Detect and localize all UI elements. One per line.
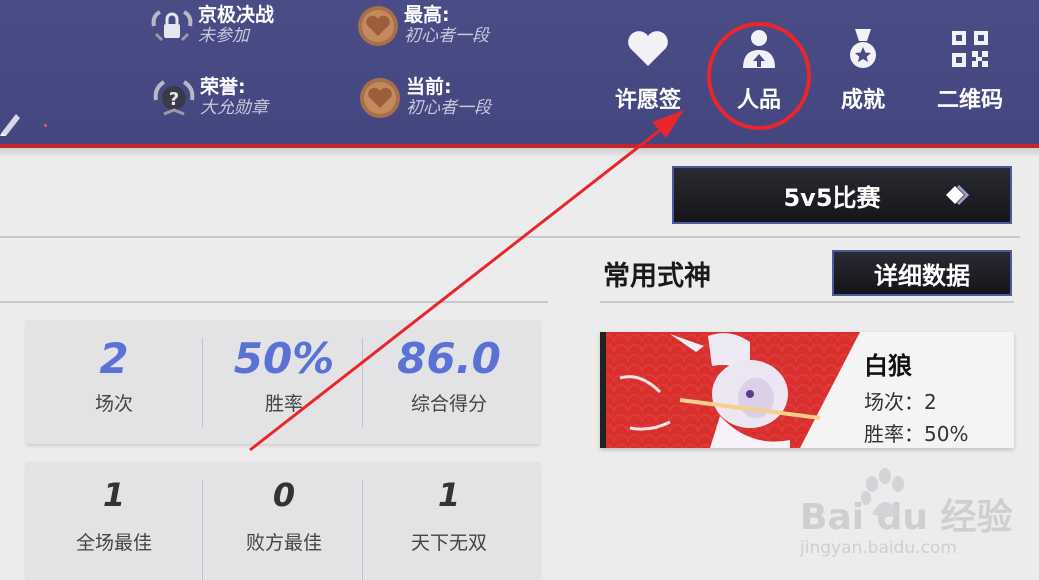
current-rank-badge[interactable]: 当前: 初心者一段: [358, 76, 491, 120]
stat-value: 50%: [233, 334, 335, 383]
watermark-url: jingyan.baidu.com: [800, 538, 957, 558]
stat-unrivaled: 1 天下无双: [366, 476, 532, 555]
divider: [362, 338, 363, 428]
badge-title: 最高:: [404, 4, 450, 27]
stats-summary-card: 2 场次 50% 胜率 86.0 综合得分: [26, 320, 540, 444]
qrcode-icon: [922, 22, 1018, 76]
stat-score: 86.0 综合得分: [366, 334, 532, 416]
badge-sub: 未参加: [198, 26, 249, 47]
badge-title: 荣誉:: [200, 76, 246, 99]
badge-sub: 初心者一段: [406, 98, 491, 119]
header-shadow: [0, 148, 1039, 158]
badge-title: 京极决战: [198, 4, 275, 27]
stat-label: 天下无双: [410, 532, 487, 554]
nav-label: 许愿签: [614, 88, 681, 113]
stats-honors-card: 1 全场最佳 0 败方最佳 1 天下无双: [26, 462, 540, 580]
question-wreath-icon: ?: [152, 76, 196, 120]
diamond-chevron-icon: [942, 182, 976, 212]
shikigami-portrait: [600, 332, 860, 448]
kyogoku-battle-badge[interactable]: 京极决战 未参加: [150, 4, 274, 48]
stat-label: 胜率: [264, 393, 303, 415]
heart-medal-icon: [358, 76, 402, 120]
wish-tag-button[interactable]: 许愿签: [600, 22, 696, 122]
heart-medal-icon: [356, 4, 400, 48]
stat-label: 全场最佳: [75, 532, 152, 554]
divider: [362, 480, 363, 580]
detail-data-button[interactable]: 详细数据: [832, 250, 1012, 296]
highest-rank-badge[interactable]: 最高: 初心者一段: [356, 4, 489, 48]
match-mode-button[interactable]: 5v5比赛: [672, 166, 1012, 224]
stat-mvp: 1 全场最佳: [36, 476, 192, 555]
baidu-paw-icon: [861, 468, 904, 517]
honor-badge[interactable]: ? 荣誉: 大允勋章: [152, 76, 268, 120]
highlight-circle: [707, 22, 811, 130]
stat-value: 2: [99, 334, 129, 383]
header-dot: [44, 124, 47, 127]
shikigami-matches: 场次：2: [864, 390, 937, 414]
qrcode-button[interactable]: 二维码: [922, 22, 1018, 122]
achievement-button[interactable]: 成就: [815, 22, 911, 122]
badge-title: 当前:: [406, 76, 452, 99]
stat-value: 1: [437, 476, 461, 514]
common-shikigami-title: 常用式神: [603, 261, 711, 292]
edit-icon[interactable]: [0, 106, 22, 136]
stat-value: 1: [102, 476, 126, 514]
stat-label: 场次: [94, 393, 133, 415]
shikigami-name: 白狼: [864, 352, 912, 380]
mode-label: 5v5比赛: [783, 183, 881, 212]
stat-label: 败方最佳: [245, 532, 322, 554]
shikigami-winrate: 胜率：50%: [864, 422, 969, 446]
nav-label: 二维码: [936, 88, 1003, 113]
section-divider: [600, 301, 1014, 303]
stat-label: 综合得分: [410, 393, 487, 415]
divider: [202, 480, 203, 580]
medal-icon: [815, 22, 911, 76]
badge-sub: 初心者一段: [404, 26, 489, 47]
badge-sub: 大允勋章: [200, 98, 268, 119]
stat-value: 0: [272, 476, 296, 514]
divider: [202, 338, 203, 428]
lock-wreath-icon: [150, 4, 194, 48]
heart-icon: [600, 22, 696, 76]
stat-matches: 2 场次: [36, 334, 192, 416]
stat-value: 86.0: [397, 334, 501, 383]
stat-winrate: 50% 胜率: [206, 334, 362, 416]
stat-losing-mvp: 0 败方最佳: [206, 476, 362, 555]
section-divider: [0, 301, 548, 303]
nav-label: 成就: [840, 88, 885, 113]
section-divider: [0, 236, 1020, 238]
svg-text:?: ?: [169, 89, 179, 110]
